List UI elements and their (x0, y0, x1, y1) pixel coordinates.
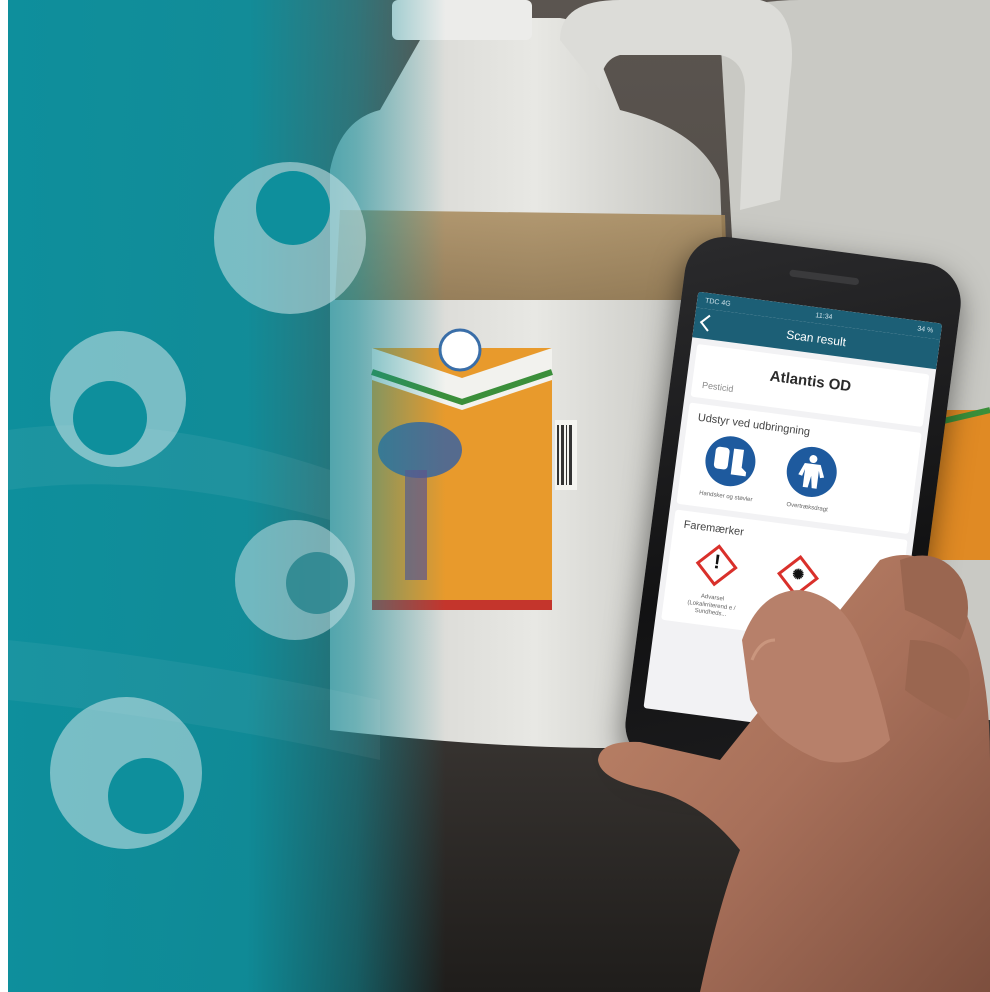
ppe-item[interactable]: Overtræksdragt (775, 443, 847, 517)
ppe-item[interactable]: Handsker og støvler (693, 432, 765, 506)
coverall-icon (783, 443, 840, 500)
back-chevron-icon[interactable] (699, 314, 717, 332)
phone-layer: TDC 4G 11:34 34 % Scan result Atlantis O… (0, 0, 990, 992)
status-time: 11:34 (815, 311, 833, 321)
ppe-label: Handsker og støvler (698, 490, 753, 504)
hazard-item[interactable]: ! Advarsel (Lokalirriterend e / Sundheds… (678, 539, 751, 622)
hazard-label: Advarsel (Lokalirriterend e / Sundheds..… (687, 593, 736, 619)
exclamation-hazard-icon: ! (692, 540, 741, 589)
hazard-item[interactable]: ✺ Mi... (759, 550, 832, 633)
nav-title: Scan result (785, 327, 847, 350)
gloves-boots-icon (702, 433, 759, 490)
ppe-label: Overtræksdragt (785, 501, 829, 514)
hazard-label: Mi... (787, 604, 800, 613)
carrier-label: TDC 4G (704, 297, 732, 308)
photo-scene: TDC 4G 11:34 34 % Scan result Atlantis O… (0, 0, 990, 992)
hazard-card: Faremærker ! Advarsel (Lokalirriterend e… (661, 509, 908, 651)
battery-label: 34 % (916, 325, 934, 335)
environment-hazard-icon: ✺ (773, 551, 822, 600)
smartphone: TDC 4G 11:34 34 % Scan result Atlantis O… (620, 232, 966, 796)
